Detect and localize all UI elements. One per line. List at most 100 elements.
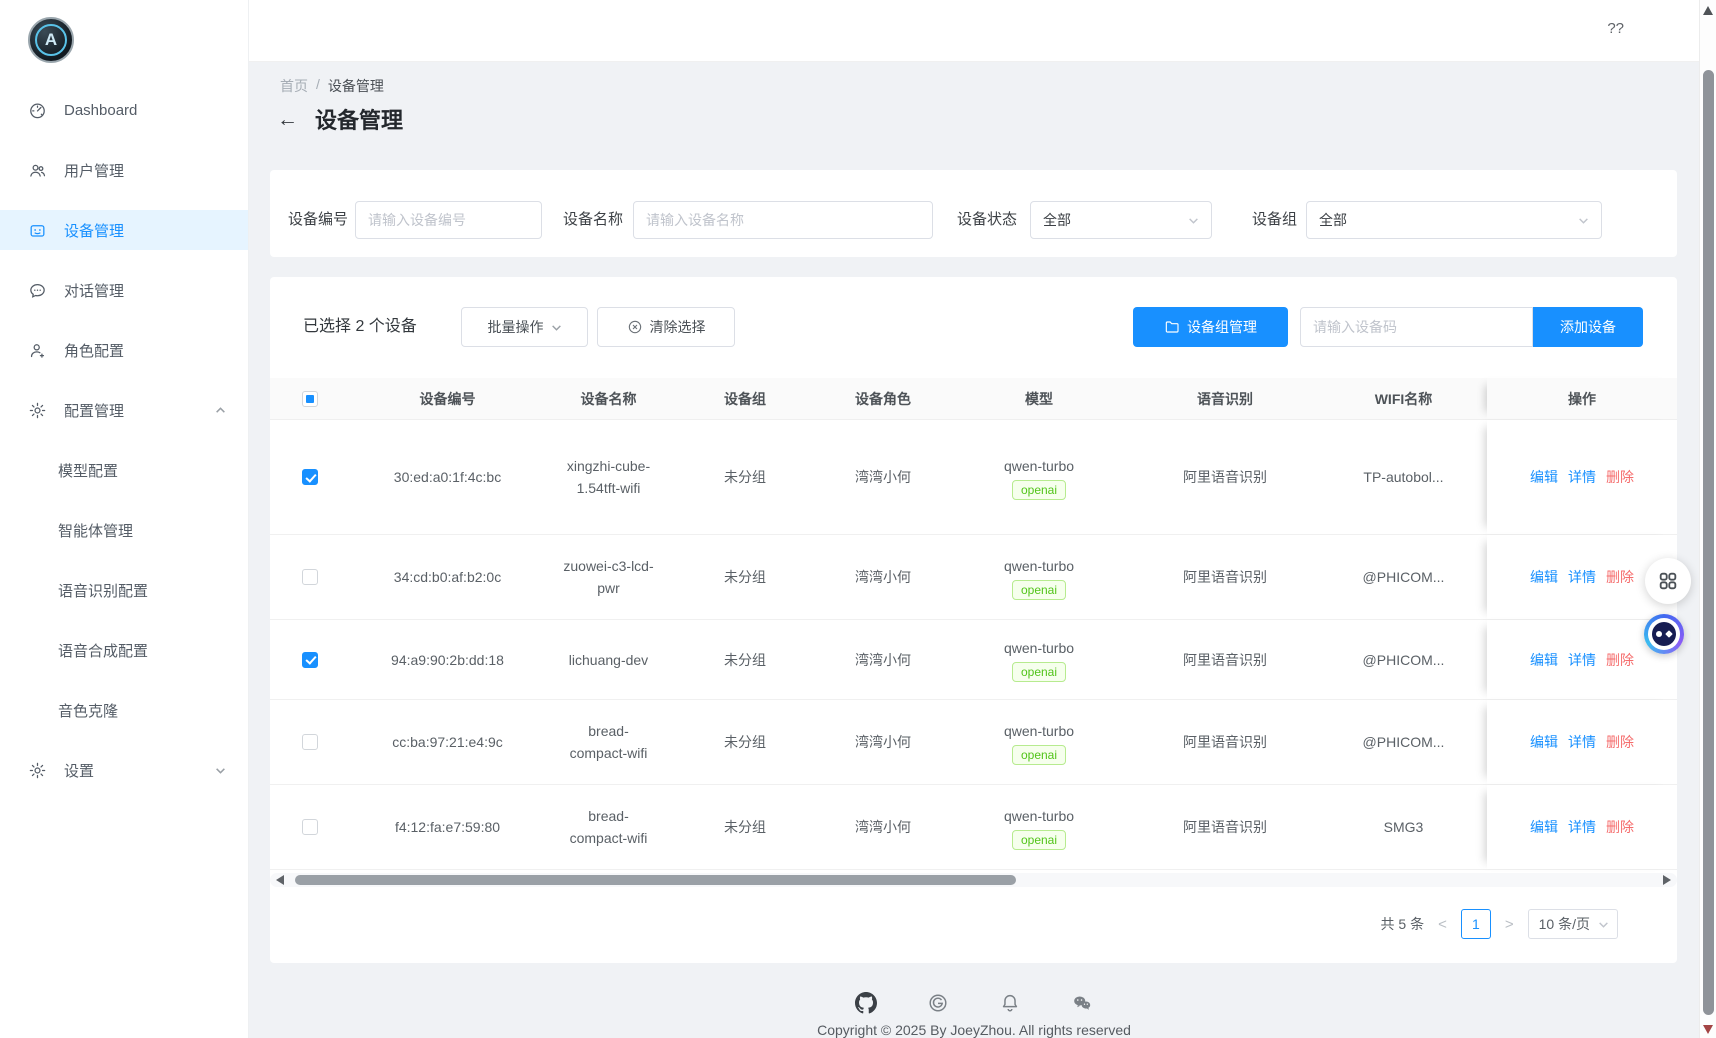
sidebar-item-user-management[interactable]: 用户管理	[0, 150, 248, 190]
select-all-checkbox[interactable]	[302, 391, 318, 407]
delete-link[interactable]: 删除	[1606, 566, 1634, 588]
breadcrumb-home[interactable]: 首页	[280, 76, 308, 96]
vertical-scrollbar[interactable]	[1699, 0, 1716, 1038]
row-checkbox[interactable]	[302, 819, 318, 835]
scroll-down-arrow-icon[interactable]	[1703, 1025, 1713, 1034]
sidebar-item-model-config[interactable]: 模型配置	[0, 450, 248, 490]
assistant-ring	[1648, 618, 1680, 650]
delete-link[interactable]: 删除	[1606, 731, 1634, 753]
cell-actions: 编辑 详情 删除	[1487, 420, 1677, 534]
detail-link[interactable]: 详情	[1568, 566, 1596, 588]
detail-link[interactable]: 详情	[1568, 731, 1596, 753]
vertical-scrollbar-thumb[interactable]	[1703, 70, 1714, 1015]
filter-device-group-label: 设备组	[1252, 201, 1297, 239]
cell-role: 湾湾小何	[818, 535, 948, 619]
circle-x-icon	[627, 319, 643, 335]
scroll-right-arrow-icon[interactable]	[1663, 875, 1671, 885]
sidebar-item-device-management[interactable]: 设备管理	[0, 210, 248, 250]
cell-actions: 编辑 详情 删除	[1487, 785, 1677, 869]
device-group-select[interactable]: 全部	[1306, 201, 1602, 239]
scroll-up-arrow-icon[interactable]	[1703, 6, 1713, 15]
edit-link[interactable]: 编辑	[1530, 731, 1558, 753]
back-arrow-icon[interactable]: ←	[277, 109, 298, 130]
page-head: ← 设备管理	[277, 103, 403, 135]
cell-device-id: 34:cd:b0:af:b2:0c	[350, 535, 545, 619]
sidebar-item-settings[interactable]: 设置	[0, 750, 248, 790]
cell-wifi: TP-autobol...	[1320, 420, 1487, 534]
clear-selection-button[interactable]: 清除选择	[597, 307, 735, 347]
sidebar-item-dashboard[interactable]: Dashboard	[0, 90, 248, 130]
delete-link[interactable]: 删除	[1606, 816, 1634, 838]
device-code-input[interactable]	[1313, 319, 1520, 335]
model-provider-tag: openai	[1012, 580, 1066, 600]
sidebar-item-role-config[interactable]: 角色配置	[0, 330, 248, 370]
cell-asr: 阿里语音识别	[1130, 700, 1320, 784]
device-group-manage-button[interactable]: 设备组管理	[1133, 307, 1288, 347]
row-checkbox[interactable]	[302, 734, 318, 750]
gitee-icon[interactable]	[927, 992, 949, 1014]
cell-group: 未分组	[672, 700, 818, 784]
assistant-button[interactable]	[1644, 614, 1684, 654]
sidebar-item-voice-clone[interactable]: 音色克隆	[0, 690, 248, 730]
cell-asr: 阿里语音识别	[1130, 535, 1320, 619]
users-icon	[28, 161, 47, 180]
horizontal-scrollbar-thumb[interactable]	[295, 875, 1016, 885]
add-device-button[interactable]: 添加设备	[1533, 307, 1643, 347]
footer-icons	[249, 992, 1699, 1014]
detail-link[interactable]: 详情	[1568, 816, 1596, 838]
cell-model: qwen-turboopenai	[948, 785, 1130, 869]
gear-icon	[28, 401, 47, 420]
device-status-select[interactable]: 全部	[1030, 201, 1212, 239]
widget-grid-button[interactable]	[1645, 558, 1691, 604]
batch-actions-label: 批量操作	[488, 317, 544, 337]
pagination-next-button[interactable]: >	[1503, 916, 1516, 933]
device-table: 设备编号 设备名称 设备组 设备角色 模型 语音识别 WIFI名称 操作 30:…	[270, 378, 1677, 870]
edit-link[interactable]: 编辑	[1530, 649, 1558, 671]
chevron-down-icon	[1578, 215, 1589, 226]
sidebar-item-tts-config[interactable]: 语音合成配置	[0, 630, 248, 670]
sidebar-subitem-label: 智能体管理	[58, 520, 133, 541]
cell-group: 未分组	[672, 535, 818, 619]
edit-link[interactable]: 编辑	[1530, 816, 1558, 838]
table-row: f4:12:fa:e7:59:80 bread-compact-wifi 未分组…	[270, 785, 1677, 870]
device-id-input[interactable]	[368, 202, 529, 238]
chat-icon	[28, 281, 47, 300]
cell-group: 未分组	[672, 620, 818, 699]
row-checkbox[interactable]	[302, 469, 318, 485]
edit-link[interactable]: 编辑	[1530, 566, 1558, 588]
cell-device-name: xingzhi-cube-1.54tft-wifi	[545, 420, 672, 534]
sidebar-item-label: 设置	[64, 760, 94, 781]
bell-icon[interactable]	[999, 992, 1021, 1014]
sidebar-item-label: 设备管理	[64, 220, 124, 241]
sidebar-item-config-management[interactable]: 配置管理	[0, 390, 248, 430]
horizontal-scrollbar[interactable]	[270, 873, 1677, 887]
row-checkbox[interactable]	[302, 652, 318, 668]
chevron-up-icon	[215, 405, 226, 416]
edit-link[interactable]: 编辑	[1530, 466, 1558, 488]
delete-link[interactable]: 删除	[1606, 466, 1634, 488]
sidebar-item-asr-config[interactable]: 语音识别配置	[0, 570, 248, 610]
col-header-actions: 操作	[1487, 378, 1677, 419]
robot-device-icon	[28, 221, 47, 240]
sidebar-subitem-label: 语音合成配置	[58, 640, 148, 661]
cell-model: qwen-turboopenai	[948, 620, 1130, 699]
pagination-prev-button[interactable]: <	[1436, 916, 1449, 933]
scroll-left-arrow-icon[interactable]	[276, 875, 284, 885]
sidebar: A Dashboard 用户管理 设备管理	[0, 0, 249, 1038]
row-checkbox[interactable]	[302, 569, 318, 585]
sidebar-item-agent-management[interactable]: 智能体管理	[0, 510, 248, 550]
app-logo[interactable]: A	[28, 17, 74, 63]
delete-link[interactable]: 删除	[1606, 649, 1634, 671]
wechat-icon[interactable]	[1071, 992, 1093, 1014]
sidebar-item-conversation-management[interactable]: 对话管理	[0, 270, 248, 310]
batch-actions-button[interactable]: 批量操作	[461, 307, 588, 347]
col-header-asr: 语音识别	[1130, 378, 1320, 419]
table-row: cc:ba:97:21:e4:9c bread-compact-wifi 未分组…	[270, 700, 1677, 785]
page-size-select[interactable]: 10 条/页	[1528, 909, 1618, 939]
user-indicator[interactable]: ??	[1607, 20, 1624, 37]
pagination-page-1[interactable]: 1	[1461, 909, 1491, 939]
github-icon[interactable]	[855, 992, 877, 1014]
device-name-input[interactable]	[646, 202, 920, 238]
detail-link[interactable]: 详情	[1568, 466, 1596, 488]
detail-link[interactable]: 详情	[1568, 649, 1596, 671]
